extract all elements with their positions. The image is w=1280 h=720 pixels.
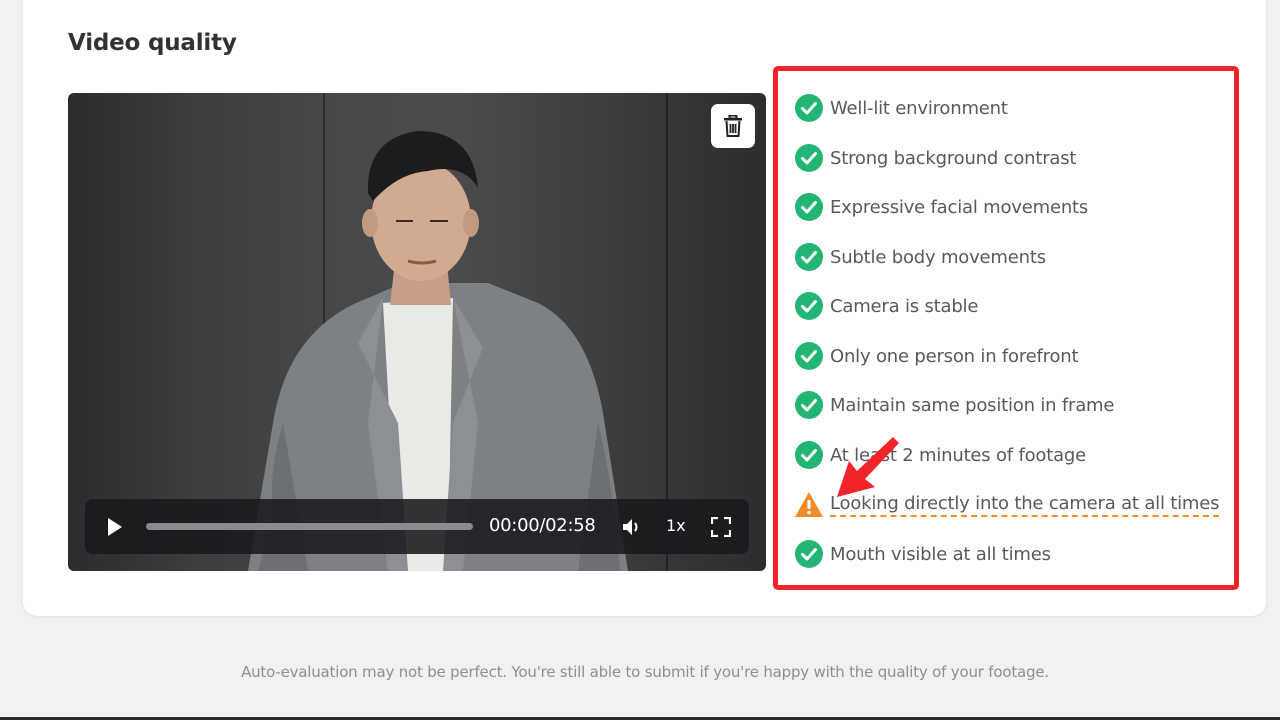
checklist-item: Mouth visible at all times bbox=[794, 539, 1051, 569]
checklist-item-label: Subtle body movements bbox=[830, 246, 1046, 268]
section-title: Video quality bbox=[68, 30, 237, 56]
delete-video-button[interactable] bbox=[711, 104, 755, 148]
fullscreen-icon[interactable] bbox=[711, 517, 731, 537]
checklist-item: Maintain same position in frame bbox=[794, 390, 1114, 420]
check-circle-icon bbox=[795, 292, 823, 320]
checklist-item-label: Expressive facial movements bbox=[830, 196, 1089, 218]
checklist-item: Well-lit environment bbox=[794, 93, 1008, 123]
volume-icon[interactable] bbox=[621, 516, 643, 538]
trash-icon bbox=[724, 115, 742, 137]
progress-bar[interactable] bbox=[146, 523, 473, 530]
check-circle-icon bbox=[795, 144, 823, 172]
checklist-item-label: Mouth visible at all times bbox=[830, 543, 1051, 565]
warning-icon bbox=[795, 492, 823, 517]
check-circle-icon bbox=[795, 342, 823, 370]
checklist-item: Strong background contrast bbox=[794, 143, 1076, 173]
checklist-item-label: Maintain same position in frame bbox=[830, 394, 1115, 416]
checklist-item: Camera is stable bbox=[794, 291, 978, 321]
checklist-item-label: Camera is stable bbox=[830, 295, 979, 317]
checklist-item-label: Only one person in forefront bbox=[830, 345, 1079, 367]
footer-note: Auto-evaluation may not be perfect. You'… bbox=[241, 663, 1049, 681]
arrow-annotation-icon bbox=[837, 437, 899, 497]
checklist-item: Expressive facial movements bbox=[794, 192, 1088, 222]
checklist-item-label: Well-lit environment bbox=[830, 97, 1008, 119]
check-circle-icon bbox=[795, 540, 823, 568]
video-controls: 00:00/02:58 1x bbox=[85, 499, 749, 554]
checklist-item-label: Strong background contrast bbox=[830, 147, 1077, 169]
check-circle-icon bbox=[795, 391, 823, 419]
check-circle-icon bbox=[795, 243, 823, 271]
play-icon[interactable] bbox=[103, 516, 125, 538]
check-circle-icon bbox=[795, 94, 823, 122]
time-display: 00:00/02:58 bbox=[489, 515, 596, 536]
checklist-item: Only one person in forefront bbox=[794, 341, 1079, 371]
check-circle-icon bbox=[795, 193, 823, 221]
checklist-item: Subtle body movements bbox=[794, 242, 1046, 272]
check-circle-icon bbox=[795, 441, 823, 469]
playback-speed-button[interactable]: 1x bbox=[666, 516, 686, 535]
video-player[interactable]: 00:00/02:58 1x bbox=[68, 93, 766, 571]
